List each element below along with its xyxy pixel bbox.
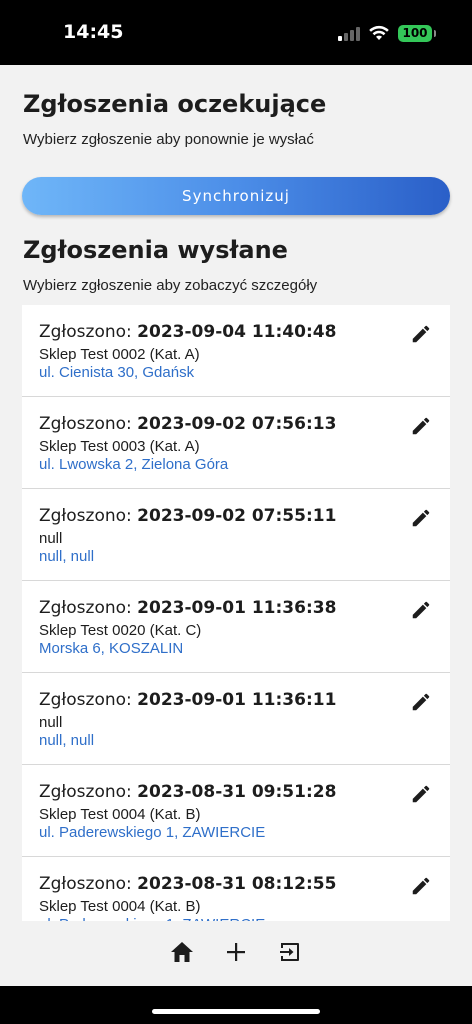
plus-icon xyxy=(227,943,245,961)
report-address: null, null xyxy=(39,732,95,749)
report-card[interactable]: Zgłoszono: 2023-08-31 09:51:28 Sklep Test… xyxy=(22,765,450,857)
report-card[interactable]: Zgłoszono: 2023-09-02 07:55:11 null null, … xyxy=(22,489,450,581)
battery-icon: 100 xyxy=(398,24,436,42)
status-icons: 100 xyxy=(338,22,436,44)
battery-level: 100 xyxy=(402,26,428,40)
report-address: Morska 6, KOSZALIN xyxy=(39,640,184,657)
edit-icon[interactable] xyxy=(410,875,432,897)
report-card[interactable]: Zgłoszono: 2023-09-01 11:36:38 Sklep Test… xyxy=(22,581,450,673)
report-card[interactable]: Zgłoszono: 2023-09-01 11:36:11 null null, … xyxy=(22,673,450,765)
report-date: Zgłoszono: 2023-08-31 09:51:28 xyxy=(39,782,336,802)
cellular-signal-icon xyxy=(338,25,360,41)
report-shop: null xyxy=(39,714,63,731)
scroll-content[interactable]: Zgłoszenia oczekujące Wybierz zgłoszenie… xyxy=(0,65,472,921)
edit-icon[interactable] xyxy=(410,507,432,529)
home-indicator[interactable] xyxy=(152,1009,320,1014)
sync-button[interactable]: Synchronizuj xyxy=(22,177,450,215)
report-datetime: 2023-09-01 11:36:38 xyxy=(137,598,337,618)
report-address: ul. Paderewskiego 1, ZAWIERCIE xyxy=(39,824,266,841)
home-indicator-area xyxy=(0,986,472,1024)
report-card[interactable]: Zgłoszono: 2023-08-31 08:12:55 Sklep Test… xyxy=(22,857,450,921)
app-screen: Zgłoszenia oczekujące Wybierz zgłoszenie… xyxy=(0,65,472,986)
sent-title: Zgłoszenia wysłane xyxy=(23,236,288,264)
report-shop: Sklep Test 0002 (Kat. A) xyxy=(39,346,200,363)
report-shop: null xyxy=(39,530,63,547)
sent-list: Zgłoszono: 2023-09-04 11:40:48 Sklep Test… xyxy=(22,305,450,921)
report-datetime: 2023-08-31 08:12:55 xyxy=(137,874,337,894)
pending-title: Zgłoszenia oczekujące xyxy=(23,90,327,118)
report-date: Zgłoszono: 2023-08-31 08:12:55 xyxy=(39,874,336,894)
report-card[interactable]: Zgłoszono: 2023-09-04 11:40:48 Sklep Test… xyxy=(22,305,450,397)
report-date: Zgłoszono: 2023-09-02 07:56:13 xyxy=(39,414,336,434)
logout-icon xyxy=(280,943,299,961)
report-address: ul. Cienista 30, Gdańsk xyxy=(39,364,195,381)
report-date: Zgłoszono: 2023-09-04 11:40:48 xyxy=(39,322,336,342)
report-address: null, null xyxy=(39,548,95,565)
edit-icon[interactable] xyxy=(410,323,432,345)
report-date: Zgłoszono: 2023-09-01 11:36:11 xyxy=(39,690,336,710)
report-date-prefix: Zgłoszono: xyxy=(39,782,138,802)
status-bar: 14:45 100 xyxy=(0,0,472,65)
home-icon xyxy=(171,942,193,962)
report-datetime: 2023-09-02 07:56:13 xyxy=(137,414,337,434)
report-shop: Sklep Test 0003 (Kat. A) xyxy=(39,438,200,455)
report-datetime: 2023-09-04 11:40:48 xyxy=(137,322,337,342)
report-date-prefix: Zgłoszono: xyxy=(39,874,138,894)
report-address: ul. Lwowska 2, Zielona Góra xyxy=(39,456,229,473)
report-shop: Sklep Test 0004 (Kat. B) xyxy=(39,806,201,823)
report-date-prefix: Zgłoszono: xyxy=(39,414,138,434)
report-datetime: 2023-09-01 11:36:11 xyxy=(137,690,337,710)
report-date-prefix: Zgłoszono: xyxy=(39,690,138,710)
report-date-prefix: Zgłoszono: xyxy=(39,598,138,618)
nav-add-button[interactable] xyxy=(223,939,249,965)
report-datetime: 2023-09-02 07:55:11 xyxy=(137,506,337,526)
status-time: 14:45 xyxy=(63,21,124,43)
report-card[interactable]: Zgłoszono: 2023-09-02 07:56:13 Sklep Test… xyxy=(22,397,450,489)
wifi-icon xyxy=(369,25,389,40)
report-date: Zgłoszono: 2023-09-01 11:36:38 xyxy=(39,598,336,618)
report-date: Zgłoszono: 2023-09-02 07:55:11 xyxy=(39,506,336,526)
report-shop: Sklep Test 0004 (Kat. B) xyxy=(39,898,201,915)
bottom-nav xyxy=(0,921,472,986)
edit-icon[interactable] xyxy=(410,599,432,621)
edit-icon[interactable] xyxy=(410,415,432,437)
report-datetime: 2023-08-31 09:51:28 xyxy=(137,782,337,802)
report-date-prefix: Zgłoszono: xyxy=(39,322,138,342)
edit-icon[interactable] xyxy=(410,783,432,805)
pending-subtitle: Wybierz zgłoszenie aby ponownie je wysła… xyxy=(23,131,314,148)
report-date-prefix: Zgłoszono: xyxy=(39,506,138,526)
sent-subtitle: Wybierz zgłoszenie aby zobaczyć szczegół… xyxy=(23,277,318,294)
report-shop: Sklep Test 0020 (Kat. C) xyxy=(39,622,202,639)
edit-icon[interactable] xyxy=(410,691,432,713)
nav-home-button[interactable] xyxy=(169,939,195,965)
nav-logout-button[interactable] xyxy=(277,939,303,965)
